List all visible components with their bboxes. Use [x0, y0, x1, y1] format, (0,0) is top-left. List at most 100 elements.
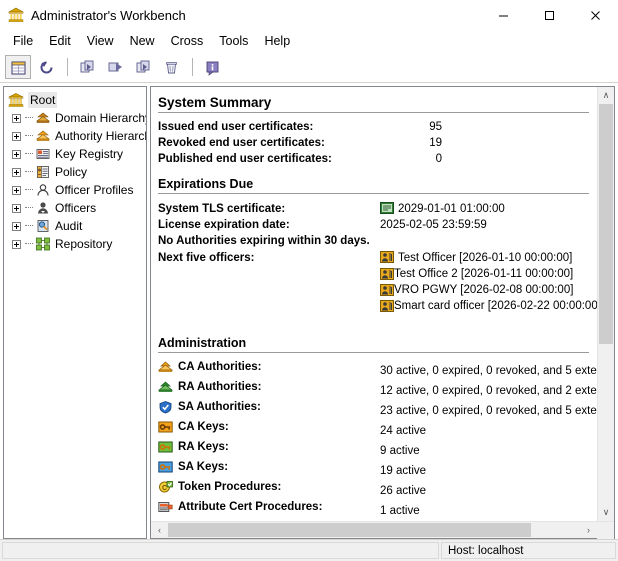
expand-toggle[interactable] [12, 114, 21, 123]
expand-toggle[interactable] [12, 150, 21, 159]
section-divider [158, 193, 589, 194]
move-icon[interactable] [102, 55, 128, 79]
horizontal-scrollbar[interactable]: ‹ › [151, 521, 614, 538]
bank-building-icon [8, 7, 24, 23]
administration-row-label-wrap: SA Keys: [158, 459, 380, 475]
officer-icon [380, 300, 394, 312]
audit-icon [35, 218, 51, 234]
menu-view[interactable]: View [79, 32, 122, 50]
administration-row-label: RA Keys: [178, 439, 229, 455]
menu-new[interactable]: New [122, 32, 163, 50]
spacer [158, 167, 597, 177]
administration-row-label: CA Authorities: [178, 359, 261, 375]
tree-item-root[interactable]: Root [4, 91, 146, 109]
scroll-down-button[interactable]: ∨ [598, 504, 614, 521]
license-expiration-row: License expiration date: 2025-02-05 23:5… [158, 217, 597, 233]
administration-row: SA Authorities: 23 active, 0 expired, 0 … [158, 399, 597, 419]
expand-toggle[interactable] [12, 204, 21, 213]
scroll-up-button[interactable]: ∧ [598, 87, 614, 104]
expand-toggle[interactable] [12, 240, 21, 249]
menu-bar: File Edit View New Cross Tools Help [0, 30, 618, 52]
expand-toggle[interactable] [12, 222, 21, 231]
next-officers-row: Next five officers: Test Officer [2026-0… [158, 249, 597, 266]
close-button[interactable] [572, 0, 618, 30]
officer-profile-icon [35, 182, 51, 198]
application-window: Administrator's Workbench File Edit View… [0, 0, 618, 561]
minimize-button[interactable] [480, 0, 526, 30]
horizontal-scroll-track[interactable] [168, 522, 580, 538]
domain-hierarchy-icon [35, 110, 51, 126]
separator-2 [192, 58, 193, 76]
administration-row-value: 12 active, 0 expired, 0 revoked, and 2 e… [380, 383, 597, 399]
sa-key-icon [158, 460, 173, 474]
menu-help[interactable]: Help [256, 32, 298, 50]
officer-expiry-text: Test Officer [2026-01-10 00:00:00] [398, 250, 572, 266]
tree-item-domain-hierarchy[interactable]: Domain Hierarchy [4, 109, 146, 127]
administration-row: CA Keys: 24 active [158, 419, 597, 439]
menu-tools[interactable]: Tools [211, 32, 256, 50]
tree-connector [25, 207, 33, 209]
navigation-tree[interactable]: Root Domain Hierarchy [3, 86, 147, 539]
refresh-icon[interactable] [33, 55, 59, 79]
license-expiration-value: 2025-02-05 23:59:59 [380, 217, 487, 233]
ra-key-icon [158, 440, 173, 454]
summary-row: Published end user certificates: 0 [158, 151, 597, 167]
expand-toggle[interactable] [12, 132, 21, 141]
next-officers-row: VRO PGWY [2026-02-08 00:00:00] [158, 282, 597, 298]
delete-icon[interactable] [158, 55, 184, 79]
vertical-scroll-thumb[interactable] [599, 104, 613, 344]
tree-connector [25, 153, 33, 155]
duplicate-icon[interactable] [130, 55, 156, 79]
menu-edit[interactable]: Edit [41, 32, 79, 50]
tree-connector [25, 117, 33, 119]
menu-cross[interactable]: Cross [163, 32, 212, 50]
maximize-button[interactable] [526, 0, 572, 30]
tree-item-audit[interactable]: Audit [4, 217, 146, 235]
tree-item-label: Audit [55, 218, 82, 234]
vertical-scroll-track[interactable] [598, 104, 614, 504]
tree-connector [25, 243, 33, 245]
officer-expiry-text: Smart card officer [2026-02-22 00:00:00] [394, 298, 597, 314]
tree-connector [25, 225, 33, 227]
administration-row-label: SA Authorities: [178, 399, 261, 415]
vertical-scrollbar[interactable]: ∧ ∨ [597, 87, 614, 521]
token-procedure-icon: C [158, 480, 173, 494]
new-window-icon[interactable] [5, 55, 31, 79]
status-host: Host: localhost [441, 542, 616, 559]
next-officers-label: Next five officers: [158, 250, 380, 266]
tree-item-label: Officer Profiles [55, 182, 133, 198]
officer-expiry-text: Test Office 2 [2026-01-11 00:00:00] [394, 266, 573, 282]
administration-row-value: 19 active [380, 463, 426, 479]
administration-row-label-wrap: Certificate Procedures: [158, 519, 380, 521]
scroll-right-button[interactable]: › [580, 522, 597, 538]
expand-toggle[interactable] [12, 186, 21, 195]
tree-item-officers[interactable]: Officers [4, 199, 146, 217]
ca-key-icon [158, 420, 173, 434]
certificate-icon [380, 202, 394, 214]
administration-row-value: 30 active, 0 expired, 0 revoked, and 5 e… [380, 363, 597, 379]
scrollbar-corner [597, 522, 614, 539]
license-expiration-label: License expiration date: [158, 217, 380, 233]
tree-item-label: Policy [55, 164, 87, 180]
administration-row-label-wrap: Attribute Cert Procedures: [158, 499, 380, 515]
administration-row: Certificate Procedures: 20 active [158, 519, 597, 521]
administration-title: Administration [158, 336, 597, 350]
expand-toggle[interactable] [12, 168, 21, 177]
summary-row-value: 95 [380, 119, 442, 135]
copy-icon[interactable] [74, 55, 100, 79]
system-summary-view: System Summary Issued end user certifica… [151, 87, 597, 521]
tree-item-repository[interactable]: Repository [4, 235, 146, 253]
scroll-left-button[interactable]: ‹ [151, 522, 168, 538]
window-controls [480, 0, 618, 30]
tree-item-key-registry[interactable]: Key Registry [4, 145, 146, 163]
info-icon[interactable] [199, 55, 225, 79]
horizontal-scroll-thumb[interactable] [168, 523, 531, 537]
summary-row-value: 0 [380, 151, 442, 167]
tree-item-authority-hierarchy[interactable]: Authority Hierarchy [4, 127, 146, 145]
menu-file[interactable]: File [5, 32, 41, 50]
tree-item-policy[interactable]: Policy [4, 163, 146, 181]
tree-item-officer-profiles[interactable]: Officer Profiles [4, 181, 146, 199]
administration-row-label-wrap: RA Authorities: [158, 379, 380, 395]
administration-row: RA Keys: 9 active [158, 439, 597, 459]
ca-authority-icon [158, 360, 173, 374]
